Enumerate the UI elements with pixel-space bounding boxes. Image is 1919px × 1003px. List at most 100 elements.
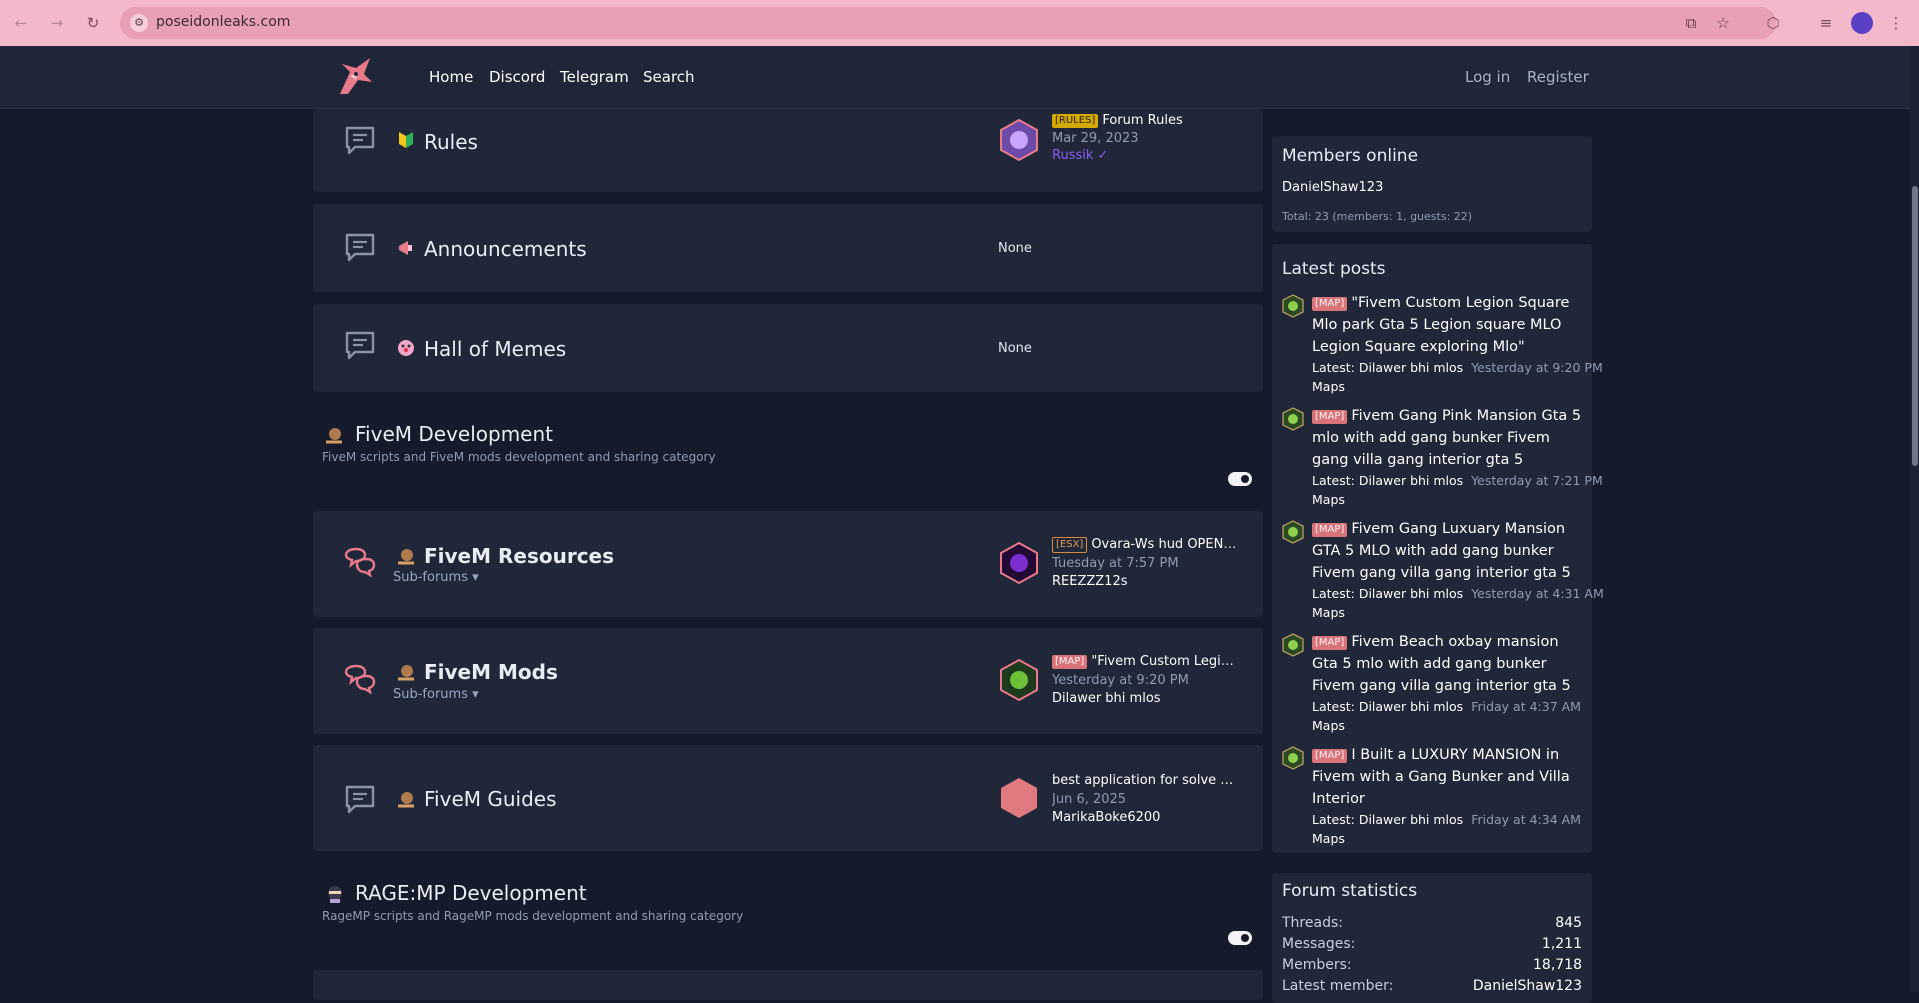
last-post-title[interactable]: [ESX]Ovara-Ws hud OPEN SOURCE xyxy=(1052,537,1237,553)
site-logo[interactable] xyxy=(334,54,374,98)
chat-bubbles-icon xyxy=(344,547,376,578)
stat-members: Members: 18,718 xyxy=(1282,957,1582,973)
address-bar[interactable]: ⚙ poseidonleaks.com ⧉ ☆ xyxy=(120,7,1776,39)
last-post-date: Tuesday at 7:57 PM xyxy=(1052,556,1179,571)
post-title[interactable]: [MAP] Fivem Gang Luxuary Mansion GTA 5 ML… xyxy=(1312,518,1582,584)
forum-title[interactable]: FiveM Mods xyxy=(424,660,558,684)
prefix-badge: [RULES] xyxy=(1052,114,1099,128)
post-forum-link[interactable]: Maps xyxy=(1312,379,1345,394)
nav-telegram[interactable]: Telegram xyxy=(560,68,629,86)
post-meta: Latest: Dilawer bhi mlos Yesterday at 4:3… xyxy=(1312,586,1604,601)
prefix-badge: [MAP] xyxy=(1312,297,1348,311)
forum-node-fivem-mods[interactable]: FiveM Mods Sub-forums ▾ [MAP] "Fivem Cust… xyxy=(313,628,1263,734)
post-title[interactable]: [MAP] Fivem Beach oxbay mansion Gta 5 mlo… xyxy=(1312,631,1582,697)
last-post-date: Jun 6, 2025 xyxy=(1052,792,1127,807)
category-title[interactable]: RAGE:MP Development xyxy=(355,881,587,905)
forum-title[interactable]: Announcements xyxy=(424,237,587,261)
block-title: Forum statistics xyxy=(1282,881,1418,901)
latest-post-item[interactable]: [MAP] "Fivem Custom Legion Square Mlo par… xyxy=(1282,292,1603,402)
last-post-none: None xyxy=(998,241,1032,256)
last-post-user[interactable]: MarikaBoke6200 xyxy=(1052,810,1237,825)
forward-icon[interactable]: → xyxy=(46,12,68,34)
post-forum-link[interactable]: Maps xyxy=(1312,718,1345,733)
post-title[interactable]: [MAP] I Built a LUXURY MANSION in Fivem w… xyxy=(1312,744,1582,810)
caret-down-icon: ▾ xyxy=(468,570,479,585)
online-member-link[interactable]: DanielShaw123 xyxy=(1282,180,1383,195)
beginner-badge-icon xyxy=(399,132,413,148)
forum-node-rules[interactable]: Rules [RULES] Forum Rules Mar 29, 2023 Ru… xyxy=(313,109,1263,192)
post-title[interactable]: [MAP] Fivem Gang Pink Mansion Gta 5 mlo w… xyxy=(1312,405,1582,471)
extensions-icon[interactable]: ⬡ xyxy=(1762,12,1784,34)
last-post-title[interactable]: [RULES] Forum Rules xyxy=(1052,113,1237,128)
megaphone-icon xyxy=(399,241,412,255)
prefix-badge: [MAP] xyxy=(1312,749,1348,763)
media-icon[interactable]: ≡ xyxy=(1815,12,1837,34)
nav-search[interactable]: Search xyxy=(643,68,695,86)
latest-post-item[interactable]: [MAP] Fivem Gang Luxuary Mansion GTA 5 ML… xyxy=(1282,518,1604,628)
nav-home[interactable]: Home xyxy=(429,68,473,86)
subforums-dropdown[interactable]: Sub-forums ▾ xyxy=(393,687,479,702)
user-avatar[interactable] xyxy=(999,658,1039,702)
login-link[interactable]: Log in xyxy=(1465,68,1510,86)
back-icon[interactable]: ← xyxy=(10,12,32,34)
snail-icon xyxy=(398,549,414,565)
url-text[interactable]: poseidonleaks.com xyxy=(156,14,290,30)
forum-node-announcements[interactable]: Announcements None xyxy=(313,204,1263,292)
forum-title[interactable]: FiveM Resources xyxy=(424,544,614,568)
category-collapse-toggle[interactable] xyxy=(1228,931,1252,945)
chat-bubble-icon xyxy=(345,331,375,360)
forum-title[interactable]: FiveM Guides xyxy=(424,787,557,811)
reload-icon[interactable]: ↻ xyxy=(82,12,104,34)
last-post-title[interactable]: best application for solve Google Maps p… xyxy=(1052,773,1237,788)
chat-bubble-icon xyxy=(345,785,375,814)
user-avatar[interactable] xyxy=(1282,520,1304,544)
latest-post-item[interactable]: [MAP] Fivem Gang Pink Mansion Gta 5 mlo w… xyxy=(1282,405,1603,515)
bookmark-star-icon[interactable]: ☆ xyxy=(1714,14,1732,32)
post-forum-link[interactable]: Maps xyxy=(1312,831,1345,846)
latest-post-item[interactable]: [MAP] I Built a LUXURY MANSION in Fivem w… xyxy=(1282,744,1582,854)
forum-title[interactable]: Rules xyxy=(424,130,478,154)
post-forum-link[interactable]: Maps xyxy=(1312,492,1345,507)
forum-node-partial[interactable] xyxy=(313,970,1263,1000)
post-forum-link[interactable]: Maps xyxy=(1312,605,1345,620)
last-post-title[interactable]: [MAP]"Fivem Custom Legion Square Mlo par… xyxy=(1052,654,1237,669)
post-meta: Latest: Dilawer bhi mlos Friday at 4:37 A… xyxy=(1312,699,1581,714)
last-post-user[interactable]: Russik ✓ xyxy=(1052,148,1237,163)
chat-bubble-icon xyxy=(345,126,375,155)
last-post-user[interactable]: Dilawer bhi mlos xyxy=(1052,691,1237,706)
menu-icon[interactable]: ⋮ xyxy=(1885,12,1907,34)
stat-threads: Threads: 845 xyxy=(1282,915,1582,931)
stat-messages: Messages: 1,211 xyxy=(1282,936,1582,952)
subforums-dropdown[interactable]: Sub-forums ▾ xyxy=(393,570,479,585)
forum-node-fivem-guides[interactable]: FiveM Guides best application for solve … xyxy=(313,745,1263,851)
user-avatar[interactable] xyxy=(999,776,1039,820)
install-app-icon[interactable]: ⧉ xyxy=(1682,14,1700,32)
block-title: Latest posts xyxy=(1282,259,1386,279)
register-link[interactable]: Register xyxy=(1527,68,1589,86)
user-avatar[interactable] xyxy=(1282,633,1304,657)
category-title[interactable]: FiveM Development xyxy=(355,422,553,446)
user-avatar[interactable] xyxy=(1282,746,1304,770)
forum-title[interactable]: Hall of Memes xyxy=(424,337,566,361)
scrollbar-thumb[interactable] xyxy=(1912,186,1918,466)
snail-icon xyxy=(326,428,342,444)
post-title[interactable]: [MAP] "Fivem Custom Legion Square Mlo par… xyxy=(1312,292,1582,358)
last-post-user[interactable]: REEZZZ12s xyxy=(1052,574,1237,589)
ninja-icon xyxy=(328,886,342,903)
post-meta: Latest: Dilawer bhi mlos Yesterday at 9:2… xyxy=(1312,360,1603,375)
site-info-icon[interactable]: ⚙ xyxy=(130,14,148,32)
profile-avatar[interactable] xyxy=(1851,12,1873,34)
post-meta: Latest: Dilawer bhi mlos Friday at 4:34 A… xyxy=(1312,812,1581,827)
category-collapse-toggle[interactable] xyxy=(1228,472,1252,486)
post-meta: Latest: Dilawer bhi mlos Yesterday at 7:2… xyxy=(1312,473,1603,488)
forum-node-memes[interactable]: Hall of Memes None xyxy=(313,304,1263,392)
last-post-date: Mar 29, 2023 xyxy=(1052,131,1139,146)
user-avatar[interactable] xyxy=(1282,294,1304,318)
page-scrollbar[interactable] xyxy=(1910,46,1919,992)
user-avatar[interactable] xyxy=(1282,407,1304,431)
user-avatar[interactable] xyxy=(999,541,1039,585)
nav-discord[interactable]: Discord xyxy=(489,68,545,86)
latest-post-item[interactable]: [MAP] Fivem Beach oxbay mansion Gta 5 mlo… xyxy=(1282,631,1582,741)
user-avatar[interactable] xyxy=(999,118,1039,162)
forum-node-fivem-resources[interactable]: FiveM Resources Sub-forums ▾ [ESX] Ovara-… xyxy=(313,511,1263,617)
